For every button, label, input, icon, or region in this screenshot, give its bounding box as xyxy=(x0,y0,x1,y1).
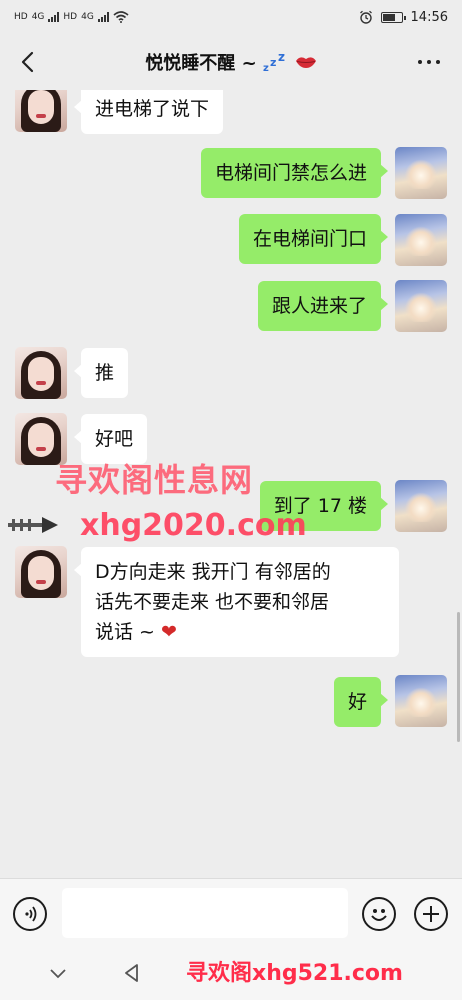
watermark-bottom: 寻欢阁xhg521.com xyxy=(186,961,403,986)
chat-title: 悦悦睡不醒 ~ zzz xyxy=(145,49,316,75)
my-avatar[interactable] xyxy=(395,675,447,727)
hd-badge-2: HD xyxy=(63,12,78,22)
message-bubble-sent[interactable]: 在电梯间门口 xyxy=(238,214,389,264)
battery-icon xyxy=(380,11,406,23)
wifi-icon xyxy=(113,11,129,23)
svg-text:z: z xyxy=(278,51,285,64)
contact-avatar[interactable] xyxy=(15,546,67,598)
voice-input-icon[interactable] xyxy=(13,897,47,931)
watermark-url: xhg2020.com xyxy=(80,508,307,543)
more-options-icon[interactable] xyxy=(418,60,440,64)
contact-avatar[interactable] xyxy=(15,90,67,132)
network-indicators: HD 4G HD 4G xyxy=(14,11,129,23)
my-avatar[interactable] xyxy=(395,480,447,532)
message-input[interactable] xyxy=(62,888,348,938)
message-bubble-sent[interactable]: 跟人进来了 xyxy=(257,281,389,331)
alarm-icon xyxy=(359,10,372,24)
lips-icon xyxy=(295,57,316,68)
scrollbar[interactable] xyxy=(457,612,460,742)
network-type-1: 4G xyxy=(31,12,45,22)
emoji-icon[interactable] xyxy=(362,897,396,931)
signal-icon xyxy=(48,12,60,22)
message-line: 说话 ~ ❤ xyxy=(95,617,385,647)
heart-icon: ❤ xyxy=(161,621,177,643)
arrow-watermark-icon xyxy=(8,517,58,533)
hd-badge-1: HD xyxy=(14,12,28,22)
message-line: 话先不要走来 也不要和邻居 xyxy=(95,591,330,613)
back-icon[interactable] xyxy=(16,48,42,76)
nav-down-icon[interactable] xyxy=(47,962,69,984)
watermark-text: 寻欢阁性息网 xyxy=(55,461,254,499)
my-avatar[interactable] xyxy=(395,147,447,199)
my-avatar[interactable] xyxy=(395,214,447,266)
signal-icon-2 xyxy=(97,12,109,22)
message-bubble-sent[interactable]: 电梯间门禁怎么进 xyxy=(200,148,389,198)
message-bubble-received[interactable]: 进电梯了说下 xyxy=(73,90,224,134)
network-type-2: 4G xyxy=(81,12,94,22)
message-bubble-received[interactable]: D方向走来 我开门 有邻居的 话先不要走来 也不要和邻居 说话 ~ ❤ xyxy=(74,547,399,657)
clock: 14:56 xyxy=(410,9,448,25)
status-right: 14:56 xyxy=(359,10,448,25)
contact-avatar[interactable] xyxy=(15,347,67,399)
chat-header: 悦悦睡不醒 ~ zzz xyxy=(0,34,462,90)
nav-back-icon[interactable] xyxy=(121,962,143,984)
contact-name: 悦悦睡不醒 ~ xyxy=(145,53,257,74)
svg-text:z: z xyxy=(263,63,269,73)
message-bubble-received[interactable]: 推 xyxy=(73,348,129,398)
add-attachment-icon[interactable] xyxy=(414,897,448,931)
message-line: D方向走来 我开门 有邻居的 xyxy=(95,561,331,583)
svg-text:z: z xyxy=(270,56,276,69)
message-bubble-sent[interactable]: 好 xyxy=(333,677,389,727)
status-bar: HD 4G HD 4G 14:56 xyxy=(0,0,462,34)
my-avatar[interactable] xyxy=(395,280,447,332)
zzz-emoji-icon: zzz xyxy=(263,51,285,73)
input-bar xyxy=(0,878,462,946)
message-line-text: 说话 ~ xyxy=(95,621,161,643)
